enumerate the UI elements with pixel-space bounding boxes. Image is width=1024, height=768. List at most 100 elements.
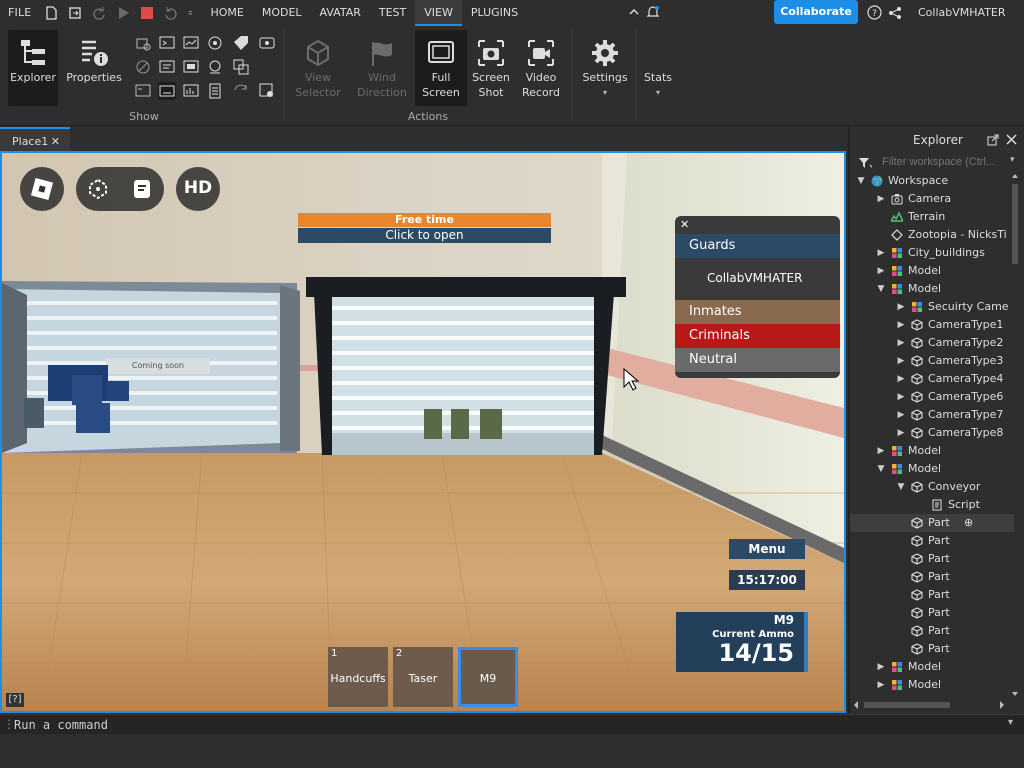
tree-item[interactable]: ▶ CameraType2 [850, 334, 1014, 352]
click-to-open-button[interactable]: Click to open [298, 228, 551, 243]
performance-icon[interactable] [182, 34, 200, 52]
emote-icon[interactable] [86, 177, 110, 201]
asset-manager-icon[interactable] [158, 34, 176, 52]
tree-item[interactable]: ▶ CameraType6 [850, 388, 1014, 406]
stats-button[interactable]: Stats ▾ [640, 70, 676, 104]
explorer-horizontal-scrollbar[interactable] [852, 699, 1008, 711]
tree-item[interactable]: ▶ Model [850, 676, 1014, 694]
output-icon[interactable] [182, 82, 200, 100]
chat-icon[interactable] [130, 177, 154, 201]
command-history-dropdown-icon[interactable]: ▾ [1008, 717, 1013, 728]
tree-item[interactable]: Terrain [850, 208, 1014, 226]
expand-closed-arrow-icon[interactable]: ▶ [876, 658, 886, 676]
command-input[interactable] [14, 715, 1004, 735]
expand-closed-arrow-icon[interactable]: ▶ [896, 316, 906, 334]
expand-closed-arrow-icon[interactable]: ▶ [896, 424, 906, 442]
new-file-icon[interactable] [44, 6, 58, 20]
quick-access-dropdown-icon[interactable] [188, 6, 196, 20]
tree-item[interactable]: ▼ Model [850, 460, 1014, 478]
tree-item[interactable]: ▶ CameraType3 [850, 352, 1014, 370]
hd-toggle-button[interactable]: HD [176, 167, 220, 211]
tree-item[interactable]: Part [850, 586, 1014, 604]
menu-button[interactable]: Menu [729, 539, 805, 559]
add-object-icon[interactable]: ⊕ [964, 514, 973, 532]
properties-button[interactable]: Properties [64, 30, 124, 106]
tag-editor-icon[interactable] [232, 34, 250, 52]
settings-button[interactable]: Settings ▾ [580, 30, 630, 106]
game-viewport[interactable]: HD Free time Click to open Coming soon ✕… [0, 151, 846, 713]
notification-bell-icon[interactable] [646, 5, 660, 19]
tree-item[interactable]: ▶ CameraType1 [850, 316, 1014, 334]
expand-closed-arrow-icon[interactable]: ▶ [896, 334, 906, 352]
play-icon[interactable] [116, 6, 130, 20]
explorer-button[interactable]: Explorer [8, 30, 58, 106]
tree-item[interactable]: ▶ CameraType7 [850, 406, 1014, 424]
expand-open-arrow-icon[interactable]: ▼ [856, 172, 866, 190]
file-menu[interactable]: FILE [0, 0, 39, 26]
expand-closed-arrow-icon[interactable]: ▶ [876, 442, 886, 460]
screen-shot-button[interactable]: Screen Shot [468, 30, 514, 106]
redo-icon[interactable] [92, 6, 106, 20]
collapse-ribbon-icon[interactable] [628, 6, 640, 18]
tree-item[interactable]: Part ⊕ [850, 514, 1014, 532]
explorer-vertical-scrollbar[interactable] [1010, 172, 1020, 702]
tree-item[interactable]: ▶ City_buildings [850, 244, 1014, 262]
expand-closed-arrow-icon[interactable]: ▶ [896, 370, 906, 388]
team-create-icon[interactable] [206, 34, 224, 52]
command-bar-toggle-icon[interactable] [158, 82, 176, 100]
collaborate-button[interactable]: Collaborate [774, 0, 858, 24]
tab-model[interactable]: MODEL [253, 0, 311, 26]
wind-direction-button[interactable]: Wind Direction [355, 30, 409, 106]
tab-place1[interactable]: Place1 ✕ [0, 127, 70, 152]
stop-icon[interactable] [140, 6, 154, 20]
undock-icon[interactable] [987, 134, 999, 146]
object-browser-icon[interactable] [134, 58, 152, 76]
watch-icon[interactable] [206, 82, 224, 100]
tab-view[interactable]: VIEW [415, 0, 462, 26]
tree-item[interactable]: ▼ Model [850, 280, 1014, 298]
expand-closed-arrow-icon[interactable]: ▶ [896, 388, 906, 406]
tree-item[interactable]: Part [850, 640, 1014, 658]
tab-home[interactable]: HOME [201, 0, 252, 26]
expand-closed-arrow-icon[interactable]: ▶ [896, 352, 906, 370]
team-neutral[interactable]: Neutral [675, 348, 840, 372]
tree-item[interactable]: Part [850, 550, 1014, 568]
tree-item[interactable]: Part [850, 622, 1014, 640]
script-performance-icon[interactable] [206, 58, 224, 76]
tree-item[interactable]: ▶ Model [850, 658, 1014, 676]
expand-open-arrow-icon[interactable]: ▼ [896, 478, 906, 496]
tab-test[interactable]: TEST [370, 0, 415, 26]
filter-workspace-input[interactable] [872, 153, 1022, 171]
expand-open-arrow-icon[interactable]: ▼ [876, 460, 886, 478]
tree-item[interactable]: ▶ CameraType8 [850, 424, 1014, 442]
publish-icon[interactable] [68, 6, 82, 20]
tree-item[interactable]: Zootopia - NicksTi [850, 226, 1014, 244]
tree-item[interactable]: ▶ CameraType4 [850, 370, 1014, 388]
expand-closed-arrow-icon[interactable]: ▶ [876, 190, 886, 208]
help-button[interactable]: [?] [6, 693, 24, 707]
undo-icon[interactable] [164, 6, 178, 20]
hotbar-slot-m9[interactable]: M9 [458, 647, 518, 707]
username[interactable]: CollabVMHATER [918, 0, 1006, 26]
expand-closed-arrow-icon[interactable]: ▶ [896, 298, 906, 316]
team-guards[interactable]: Guards [675, 234, 840, 258]
close-panel-icon[interactable] [1006, 134, 1017, 145]
roblox-menu-button[interactable] [20, 167, 64, 211]
tab-plugins[interactable]: PLUGINS [462, 0, 527, 26]
ui-toggle-icon[interactable] [134, 82, 152, 100]
view-selector-button[interactable]: View Selector [294, 30, 342, 106]
help-icon[interactable]: ? [867, 5, 882, 20]
terrain-editor-icon[interactable] [258, 34, 276, 52]
game-explorer-icon[interactable] [158, 58, 176, 76]
tree-item[interactable]: Part [850, 532, 1014, 550]
expand-closed-arrow-icon[interactable]: ▶ [876, 262, 886, 280]
tree-item[interactable]: ▶ Model [850, 262, 1014, 280]
tree-item[interactable]: Script [850, 496, 1014, 514]
tree-item[interactable]: ▶ Secuirty Came [850, 298, 1014, 316]
close-team-panel-icon[interactable]: ✕ [680, 218, 689, 231]
tree-item[interactable]: ▶ Camera [850, 190, 1014, 208]
expand-open-arrow-icon[interactable]: ▼ [876, 280, 886, 298]
hotbar-slot-taser[interactable]: 2 Taser [393, 647, 453, 707]
tree-item[interactable]: Part [850, 604, 1014, 622]
script-analysis-icon[interactable] [182, 58, 200, 76]
